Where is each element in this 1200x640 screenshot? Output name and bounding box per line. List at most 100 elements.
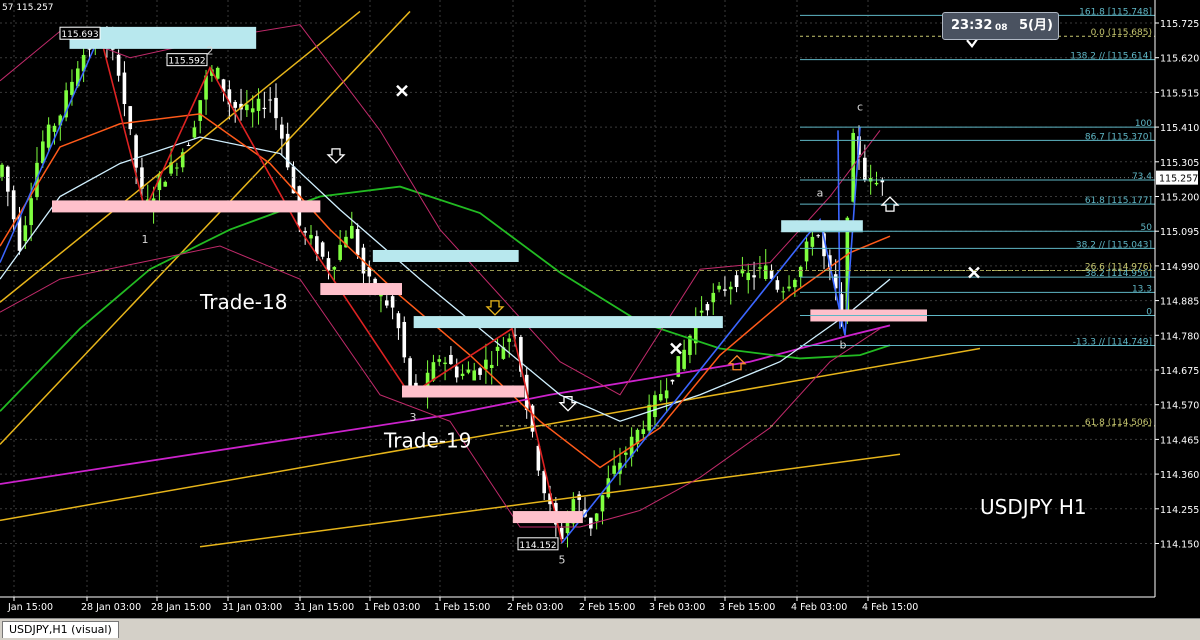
fib-label: 50 — [1141, 223, 1153, 233]
candle-body — [390, 296, 395, 308]
candle-body — [338, 244, 342, 260]
candle-body — [874, 182, 879, 185]
time-tick-label: 3 Feb 03:00 — [649, 602, 705, 613]
candle-body — [256, 98, 261, 111]
candle-body — [134, 135, 138, 168]
time-tick-label: 2 Feb 15:00 — [579, 602, 635, 613]
current-price-label: 115.257 — [1159, 174, 1198, 185]
candle-body — [250, 108, 255, 113]
fib-label: -13.3 // [114.749] — [1073, 338, 1152, 348]
candle-body — [682, 349, 686, 369]
fib-label: 86.7 [115.370] — [1085, 132, 1152, 142]
zone-box-resistance — [781, 220, 863, 233]
candle-body — [711, 292, 716, 303]
fib-label: 100 — [1135, 119, 1152, 129]
candle-body — [804, 241, 809, 262]
candle-body — [472, 370, 477, 381]
candle-body — [600, 495, 605, 512]
candle-body — [192, 127, 197, 138]
zone-box-resistance — [413, 316, 723, 329]
zone-box-support — [320, 283, 402, 296]
candle-body — [863, 157, 867, 180]
candle-body — [449, 354, 453, 365]
candle-body — [705, 304, 710, 311]
candle-body — [437, 359, 442, 362]
wave-label-b: b — [840, 339, 847, 352]
candle-body — [489, 364, 494, 369]
candle-body — [70, 81, 74, 95]
wave-label-a: a — [817, 187, 824, 200]
candle-body — [606, 478, 611, 498]
candle-body — [641, 429, 646, 434]
time-tick-label: 3 Feb 15:00 — [719, 602, 775, 613]
candle-body — [23, 225, 28, 241]
wave-label-c: c — [857, 101, 863, 114]
wave-label-2: 2 — [207, 44, 214, 57]
trade-label-18: Trade-18 — [199, 290, 287, 314]
trade-label-19: Trade-19 — [383, 429, 471, 453]
time-tick-label: Jan 15:00 — [7, 602, 53, 613]
price-tick-label: 114.990 — [1160, 262, 1199, 273]
time-tick-label: 28 Jan 15:00 — [151, 602, 211, 613]
candle-body — [122, 72, 127, 105]
price-tick-label: 115.620 — [1160, 54, 1199, 65]
candle-body — [274, 97, 278, 119]
candle-body — [699, 310, 704, 313]
candle-body — [454, 366, 459, 378]
symbol-label: USDJPY H1 — [980, 495, 1087, 519]
clock-seconds: 08 — [995, 23, 1008, 33]
fib-label: 138.2 // [115.614] — [1070, 52, 1152, 62]
zone-box-support — [512, 511, 583, 524]
candle-body — [443, 362, 447, 365]
time-tick-label: 2 Feb 03:00 — [507, 602, 563, 613]
candle-body — [41, 141, 45, 164]
candle-body — [175, 167, 179, 169]
fib-label: 161.8 [115.748] — [1079, 7, 1152, 17]
candle-body — [758, 267, 762, 269]
candle-body — [460, 373, 465, 376]
price-tick-label: 115.410 — [1160, 123, 1199, 134]
zone-box-support — [402, 385, 525, 398]
fib-label: 61.8 (114.506) — [1085, 418, 1152, 428]
candle-body — [612, 465, 616, 474]
candle-body — [402, 321, 407, 358]
candle-body — [6, 166, 10, 192]
candle-body — [355, 229, 360, 256]
candle-body — [670, 379, 675, 382]
price-tag-text: 115.592 — [168, 57, 205, 67]
fib-label: 13.3 — [1132, 284, 1152, 294]
price-tag-text: 114.152 — [519, 541, 556, 551]
price-tick-label: 114.255 — [1160, 505, 1199, 516]
candle-body — [746, 272, 751, 281]
price-tick-label: 114.150 — [1160, 540, 1199, 551]
price-tick-label: 114.780 — [1160, 331, 1199, 342]
candle-body — [303, 231, 307, 233]
candle-body — [116, 54, 121, 76]
price-tick-label: 114.675 — [1160, 366, 1199, 377]
candle-body — [163, 181, 168, 187]
price-tick-label: 114.885 — [1160, 297, 1199, 308]
candle-body — [478, 368, 482, 375]
chart-window: 161.8 [115.748] 0.0 (115.685) 138.2 // [11… — [0, 0, 1200, 640]
candle-body — [245, 104, 249, 111]
zone-box-support — [52, 200, 321, 213]
chart-tab-bar: USDJPY,H1 (visual) — [0, 618, 1200, 640]
candle-body — [810, 236, 815, 247]
candle-body — [466, 369, 471, 373]
candle-body — [280, 124, 284, 139]
time-tick-label: 1 Feb 15:00 — [434, 602, 490, 613]
wave-label-5: 5 — [559, 553, 566, 566]
candle-body — [658, 394, 663, 401]
candle-body — [723, 289, 727, 291]
chart-tab[interactable]: USDJPY,H1 (visual) — [2, 621, 119, 638]
clock-time: 23:32 — [951, 18, 993, 33]
price-chart[interactable]: 161.8 [115.748]0.0 (115.685)138.2 // [11… — [0, 0, 1200, 618]
candle-body — [186, 145, 191, 147]
candle-body — [594, 513, 599, 522]
candle-body — [320, 242, 325, 257]
candle-body — [507, 338, 512, 342]
price-tick-label: 114.570 — [1160, 401, 1199, 412]
candle-body — [128, 106, 133, 130]
candle-body — [816, 235, 820, 237]
time-tick-label: 1 Feb 03:00 — [364, 602, 420, 613]
